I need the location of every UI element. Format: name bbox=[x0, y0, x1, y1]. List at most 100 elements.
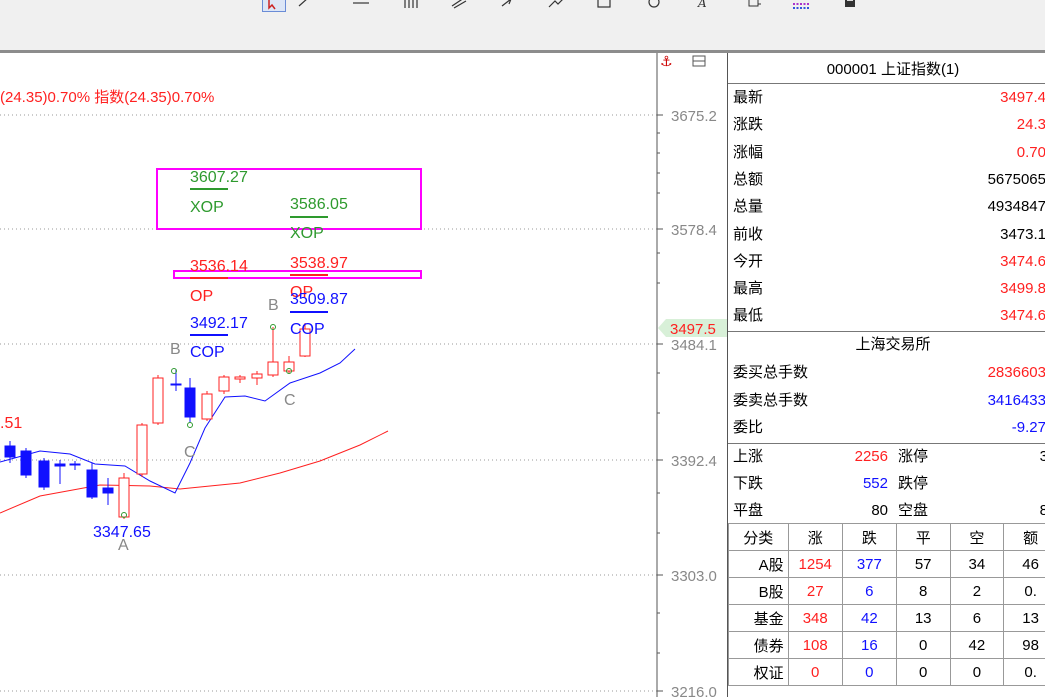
order-value: -9.27 bbox=[1011, 419, 1045, 436]
exchange-title: 上海交易所 bbox=[728, 331, 1045, 358]
quote-value: 3497.4 bbox=[1000, 89, 1045, 106]
quote-label: 总额 bbox=[733, 170, 764, 188]
quote-value: 4934847 bbox=[987, 198, 1045, 216]
table-header: 空 bbox=[949, 523, 1005, 551]
order-value: 3416433 bbox=[987, 391, 1045, 409]
candle-body bbox=[136, 424, 148, 475]
kline-chart[interactable]: ⚓ 3675.2 3578.4 3484.1 3392.4 3303.0 321… bbox=[0, 53, 727, 697]
candle-body bbox=[267, 361, 279, 376]
line-tool-icon[interactable] bbox=[293, 0, 315, 10]
table-header: 跌 bbox=[841, 523, 897, 551]
current-price-label: 3497.5 bbox=[670, 321, 716, 338]
cop-label-1: COP bbox=[190, 344, 225, 361]
order-row: 委比 -9.27 bbox=[728, 414, 1045, 441]
left-price-label: .51 bbox=[0, 415, 22, 432]
table-header: 额 bbox=[1003, 523, 1045, 551]
table-cell: 34 bbox=[949, 550, 1005, 578]
candle-body bbox=[86, 469, 98, 498]
table-header: 分类 bbox=[728, 523, 789, 551]
order-label: 委买总手数 bbox=[733, 364, 809, 381]
candle-body bbox=[4, 445, 16, 458]
candle-body bbox=[54, 463, 66, 467]
quote-row: 最新 3497.4 bbox=[728, 84, 1045, 111]
updown-value: 80 bbox=[871, 502, 888, 519]
table-cell: 债券 bbox=[728, 631, 789, 659]
point-c-label: C bbox=[284, 392, 296, 409]
channel-icon[interactable] bbox=[448, 0, 470, 10]
xop-label-1: XOP bbox=[190, 199, 224, 216]
updown-row: 下跌 552 跌停 bbox=[728, 470, 1045, 497]
text-tool-icon[interactable]: A bbox=[693, 0, 715, 10]
cop-label-2: COP bbox=[290, 321, 325, 338]
svg-text:A: A bbox=[697, 0, 707, 10]
price-tick: 3216.0 bbox=[671, 684, 717, 697]
table-cell: 6 bbox=[841, 577, 897, 605]
order-row: 委买总手数 2836603 bbox=[728, 359, 1045, 386]
table-cell: 377 bbox=[841, 550, 897, 578]
xop-value-1: 3607.27 bbox=[190, 169, 248, 186]
updown-label2: 空盘 bbox=[898, 502, 929, 519]
quote-label: 今开 bbox=[733, 252, 764, 270]
updown-row: 上涨 2256 涨停 3 bbox=[728, 443, 1045, 470]
candle-body bbox=[38, 460, 50, 488]
trend-tool-icon[interactable] bbox=[545, 0, 567, 10]
table-cell: 13 bbox=[895, 604, 951, 632]
quote-label: 总量 bbox=[733, 198, 764, 216]
anchor-icon[interactable]: ⚓ bbox=[660, 53, 673, 69]
table-header: 平 bbox=[895, 523, 951, 551]
quote-value: 3474.6 bbox=[1000, 307, 1045, 325]
save-icon[interactable] bbox=[839, 0, 861, 10]
quote-row: 总额 5675065 bbox=[728, 166, 1045, 193]
candle-body bbox=[102, 487, 114, 494]
quote-value: 3473.1 bbox=[1000, 225, 1045, 243]
quote-value: 3499.8 bbox=[1000, 280, 1045, 298]
ma5-line bbox=[0, 348, 356, 494]
bar-tool-icon[interactable] bbox=[400, 0, 422, 10]
rectangle-tool-icon[interactable] bbox=[593, 0, 615, 10]
table-cell: 0. bbox=[1003, 658, 1045, 686]
order-label: 委比 bbox=[733, 419, 764, 436]
table-cell: 98 bbox=[1003, 631, 1045, 659]
updown-value2: 8 bbox=[1018, 497, 1045, 524]
table-cell: 2 bbox=[949, 577, 1005, 605]
updown-value: 552 bbox=[862, 475, 888, 492]
updown-label: 平盘 bbox=[733, 502, 764, 519]
quote-row: 今开 3474.6 bbox=[728, 248, 1045, 275]
table-cell: 6 bbox=[949, 604, 1005, 632]
table-row: A股 1254 377 57 34 46 bbox=[728, 550, 1045, 578]
drawing-toolbar: A bbox=[0, 0, 1045, 52]
table-cell: 57 bbox=[895, 550, 951, 578]
table-row: 债券 108 16 0 42 98 bbox=[728, 631, 1045, 659]
price-tick: 3484.1 bbox=[671, 337, 717, 354]
candle-body bbox=[69, 463, 81, 466]
updown-value2: 3 bbox=[1018, 443, 1045, 470]
order-value: 2836603 bbox=[987, 364, 1045, 381]
quote-title: 000001 上证指数(1) bbox=[728, 53, 1045, 84]
arrow-tool-icon[interactable] bbox=[497, 0, 519, 10]
circle-tool-icon[interactable] bbox=[643, 0, 665, 10]
table-cell: 42 bbox=[841, 604, 897, 632]
table-row: 基金 348 42 13 6 13 bbox=[728, 604, 1045, 632]
price-tick: 3303.0 bbox=[671, 568, 717, 585]
copy-icon[interactable] bbox=[743, 0, 765, 10]
quote-row: 总量 4934847 bbox=[728, 193, 1045, 220]
table-row: B股 27 6 8 2 0. bbox=[728, 577, 1045, 605]
table-cell: 0 bbox=[895, 658, 951, 686]
horizontal-line-icon[interactable] bbox=[350, 0, 372, 10]
cursor-select-icon[interactable] bbox=[262, 0, 286, 12]
point-b-label: B bbox=[170, 341, 181, 358]
table-cell: A股 bbox=[728, 550, 789, 578]
table-cell: 42 bbox=[949, 631, 1005, 659]
table-cell: 16 bbox=[841, 631, 897, 659]
table-cell: 0 bbox=[949, 658, 1005, 686]
quote-row: 最低 3474.6 bbox=[728, 302, 1045, 329]
candlesticks bbox=[4, 323, 311, 519]
xop-value-2: 3586.05 bbox=[290, 196, 348, 213]
candle-body bbox=[170, 383, 182, 386]
updown-label2: 跌停 bbox=[898, 475, 929, 492]
order-label: 委卖总手数 bbox=[733, 391, 809, 409]
dotted-line-icon[interactable] bbox=[790, 0, 812, 10]
table-header: 涨 bbox=[787, 523, 843, 551]
quote-panel: 000001 上证指数(1) 最新 3497.4 涨跌 24.3 涨幅 0.70 总额 567… bbox=[727, 53, 1045, 697]
op-value-1: 3536.14 bbox=[190, 258, 248, 275]
